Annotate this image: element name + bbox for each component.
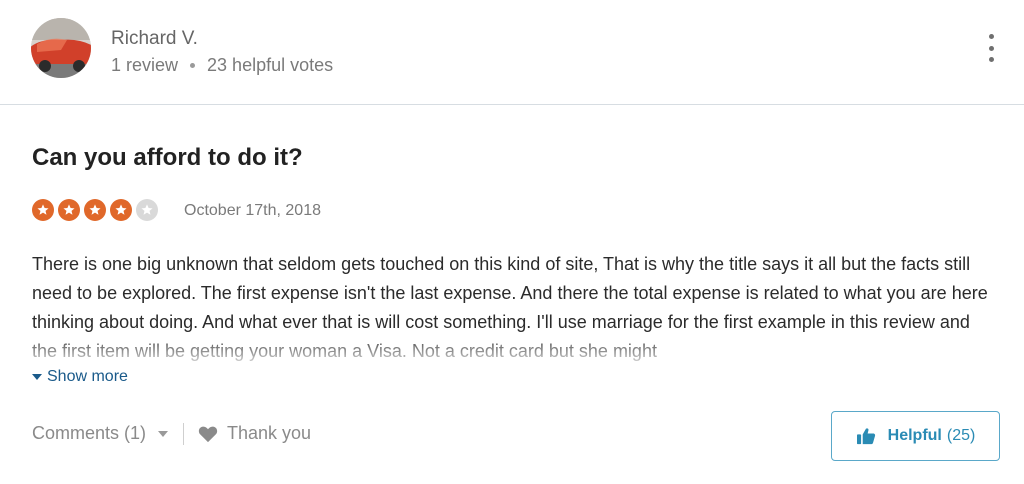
thank-you-label: Thank you: [227, 423, 312, 443]
review-date: October 17th, 2018: [184, 202, 321, 219]
star-rating: [32, 199, 162, 221]
reviewer-avatar[interactable]: [31, 18, 91, 78]
reviewer-name[interactable]: Richard V.: [111, 28, 198, 50]
reviewer-stats: 1 review 23 helpful votes: [111, 55, 333, 76]
show-more-link[interactable]: Show more: [32, 368, 128, 386]
helpful-label: Helpful: [887, 427, 942, 444]
action-divider: [183, 423, 184, 445]
star-filled-icon: [84, 199, 106, 221]
helpful-count: (25): [946, 427, 976, 444]
thumbs-up-icon: [856, 428, 875, 445]
review-card: Richard V. 1 review 23 helpful votes Can…: [0, 0, 1024, 484]
separator-dot: [190, 63, 196, 68]
comments-label: Comments (1): [32, 423, 147, 443]
star-filled-icon: [58, 199, 80, 221]
star-filled-icon: [110, 199, 132, 221]
chevron-down-icon: [158, 430, 169, 437]
review-body-text: There is one big unknown that seldom get…: [32, 254, 988, 361]
helpful-button[interactable]: Helpful (25): [831, 411, 1000, 461]
reviewer-header: Richard V. 1 review 23 helpful votes: [0, 0, 1024, 105]
heart-icon: [198, 426, 218, 442]
comments-toggle[interactable]: Comments (1): [32, 423, 169, 444]
review-title: Can you afford to do it?: [32, 144, 303, 171]
review-count: 1 review: [111, 55, 179, 75]
star-filled-icon: [32, 199, 54, 221]
show-more-label: Show more: [47, 368, 128, 385]
thank-you-button[interactable]: Thank you: [198, 423, 311, 444]
star-empty-icon: [136, 199, 158, 221]
helpful-votes-count: 23 helpful votes: [207, 55, 334, 75]
more-vertical-icon[interactable]: [980, 34, 1002, 62]
caret-down-icon: [32, 374, 42, 380]
